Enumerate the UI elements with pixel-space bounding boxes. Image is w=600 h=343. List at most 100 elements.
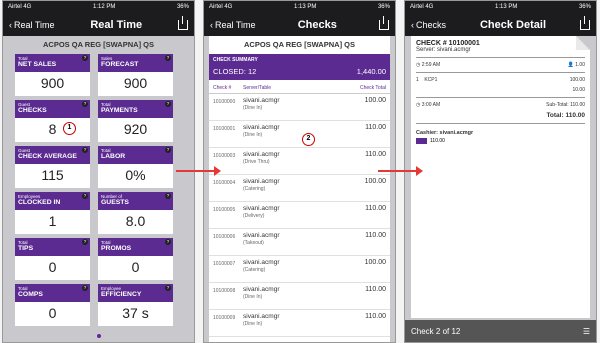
check-row[interactable]: 10100006 sivani.acmgr (Takeout) 110.00 [209,229,390,256]
network: 4G [23,4,32,10]
share-icon[interactable] [177,15,188,30]
check-row[interactable]: 10100003 sivani.acmgr (Drive Thru) 110.00 [209,148,390,175]
server-name: Server: sivani.acmgr [416,47,471,53]
kpi-tile[interactable]: Total TIPS? 0 [15,238,90,280]
help-icon[interactable]: ? [82,193,88,199]
kpi-tile[interactable]: Number of GUESTS? 8.0 [98,192,173,234]
kpi-tile[interactable]: Employee EFFICIENCY? 37 s [98,284,173,326]
kpi-tile[interactable]: Total LABOR? 0% [98,146,173,188]
help-icon[interactable]: ? [165,101,171,107]
kpi-tile[interactable]: Guest CHECK AVERAGE? 115 [15,146,90,188]
kpi-value: 0 [48,305,57,321]
kpi-value: 900 [123,75,148,91]
kpi-value: 920 [123,121,148,137]
kpi-value: 1 [48,213,57,229]
closed-count: CLOSED: 12 [213,67,257,76]
kpi-tile-header: Employee EFFICIENCY? [98,284,173,302]
kpi-tile-header: Total PROMOS? [98,238,173,256]
item-tax: 10.00 [572,87,585,93]
checks-content: ACPOS QA REG [SWAPNA] QS CHECK SUMMARY C… [209,36,390,342]
receipt: CHECK # 10100001 Server: sivani.acmgr ◷ … [411,36,590,318]
help-icon[interactable]: ? [82,147,88,153]
clock-icon: ◷ [416,62,421,68]
help-icon[interactable]: ? [165,239,171,245]
help-icon[interactable]: ? [82,55,88,61]
kpi-tile[interactable]: Total PROMOS? 0 [98,238,173,280]
check-row[interactable]: 10100009 sivani.acmgr (Dine In) 110.00 [209,310,390,337]
divider [416,57,585,58]
kpi-tile[interactable]: Employees CLOCKED IN? 1 [15,192,90,234]
help-icon[interactable]: ? [165,147,171,153]
help-icon[interactable]: ? [82,239,88,245]
check-row[interactable]: 10100004 sivani.acmgr (Catering) 100.00 [209,175,390,202]
menu-icon[interactable]: ☰ [583,327,590,336]
clock: 1:12 PM [92,4,116,10]
share-icon[interactable] [579,15,590,30]
battery: 36% [377,4,390,10]
table-header: Check # Server/Table Check Total [209,80,390,94]
kpi-tile[interactable]: Total COMPS? 0 [15,284,90,326]
kpi-tile[interactable]: Total PAYMENTS? 920 [98,100,173,142]
carrier: Airtel [8,4,22,10]
help-icon[interactable]: ? [82,101,88,107]
line-item: 1 KCP1 100.00 [416,77,585,83]
payment: 110.00 [416,138,585,144]
check-pager: Check 2 of 12 ☰ [405,320,596,342]
back-button[interactable]: ‹ Checks [411,20,446,30]
nav-bar: ‹ Real Time Checks [204,13,395,36]
check-row[interactable]: 10100007 sivani.acmgr (Catering) 100.00 [209,256,390,283]
kpi-value: 0 [48,259,57,275]
kpi-tile-header: Number of GUESTS? [98,192,173,210]
help-icon[interactable]: ? [165,193,171,199]
kpi-tile[interactable]: Total NET SALES? 900 [15,54,90,96]
clock: 1:13 PM [494,4,518,10]
kpi-value: 8.0 [125,213,146,229]
kpi-grid: Total NET SALES? 900 Sales FORECAST? 900 Guest… [3,54,194,326]
arrow-icon [378,166,423,176]
chevron-left-icon: ‹ [210,19,213,30]
chevron-left-icon: ‹ [9,19,12,30]
share-icon[interactable] [379,15,389,30]
page-title: Checks [297,18,337,31]
kpi-value: 8 [48,121,57,137]
kpi-tile-header: Total PAYMENTS? [98,100,173,118]
kpi-tile-header: Total LABOR? [98,146,173,164]
check-row[interactable]: 10100001 sivani.acmgr (Dine In) 110.00 [209,121,390,148]
help-icon[interactable]: ? [82,285,88,291]
back-button[interactable]: ‹ Real Time [210,20,256,30]
page-indicator[interactable] [97,334,101,338]
arrow-icon [176,166,221,176]
status-bar: Airtel 4G 1:12 PM 36% [3,1,194,13]
page-title: Check Detail [479,18,547,31]
chevron-left-icon: ‹ [411,19,414,30]
clock-icon: ◷ [416,102,421,108]
kpi-value: 0 [131,259,140,275]
status-bar: Airtel 4G 1:13 PM 36% [204,1,395,13]
closed-total: 1,440.00 [356,67,386,76]
kpi-tile-header: Employees CLOCKED IN? [15,192,90,210]
nav-bar: ‹ Real Time Real Time [3,13,194,36]
kpi-tile-header: Total TIPS? [15,238,90,256]
back-button[interactable]: ‹ Real Time [9,20,55,30]
realtime-screen: Airtel 4G 1:12 PM 36% ‹ Real Time Real Ti… [2,0,195,343]
check-detail-screen: Airtel 4G 1:13 PM 36% ‹ Checks Check Deta… [404,0,597,343]
kpi-tile[interactable]: Sales FORECAST? 900 [98,54,173,96]
check-row[interactable]: 10100008 sivani.acmgr (Dine In) 110.00 [209,283,390,310]
battery: 36% [176,4,189,10]
clock: 1:13 PM [293,4,317,10]
store-name: ACPOS QA REG [SWAPNA] QS [43,40,154,49]
kpi-tile-header: Guest CHECK AVERAGE? [15,146,90,164]
kpi-value: 115 [41,167,64,183]
help-icon[interactable]: ? [165,55,171,61]
kpi-tile[interactable]: Guest CHECKS? 8 [15,100,90,142]
check-row[interactable]: 10100005 sivani.acmgr (Delivery) 110.00 [209,202,390,229]
help-icon[interactable]: ? [165,285,171,291]
total: 110.00 [565,112,585,119]
check-summary: CHECK SUMMARY CLOSED: 12 1,440.00 [209,54,390,80]
kpi-tile-header: Total COMPS? [15,284,90,302]
card-icon [416,138,427,144]
check-row[interactable]: 10100000 sivani.acmgr (Dine In) 100.00 [209,94,390,121]
check-number: CHECK # 10100001 [416,40,480,47]
page-title: Real Time [90,18,143,31]
kpi-tile-header: Guest CHECKS? [15,100,90,118]
